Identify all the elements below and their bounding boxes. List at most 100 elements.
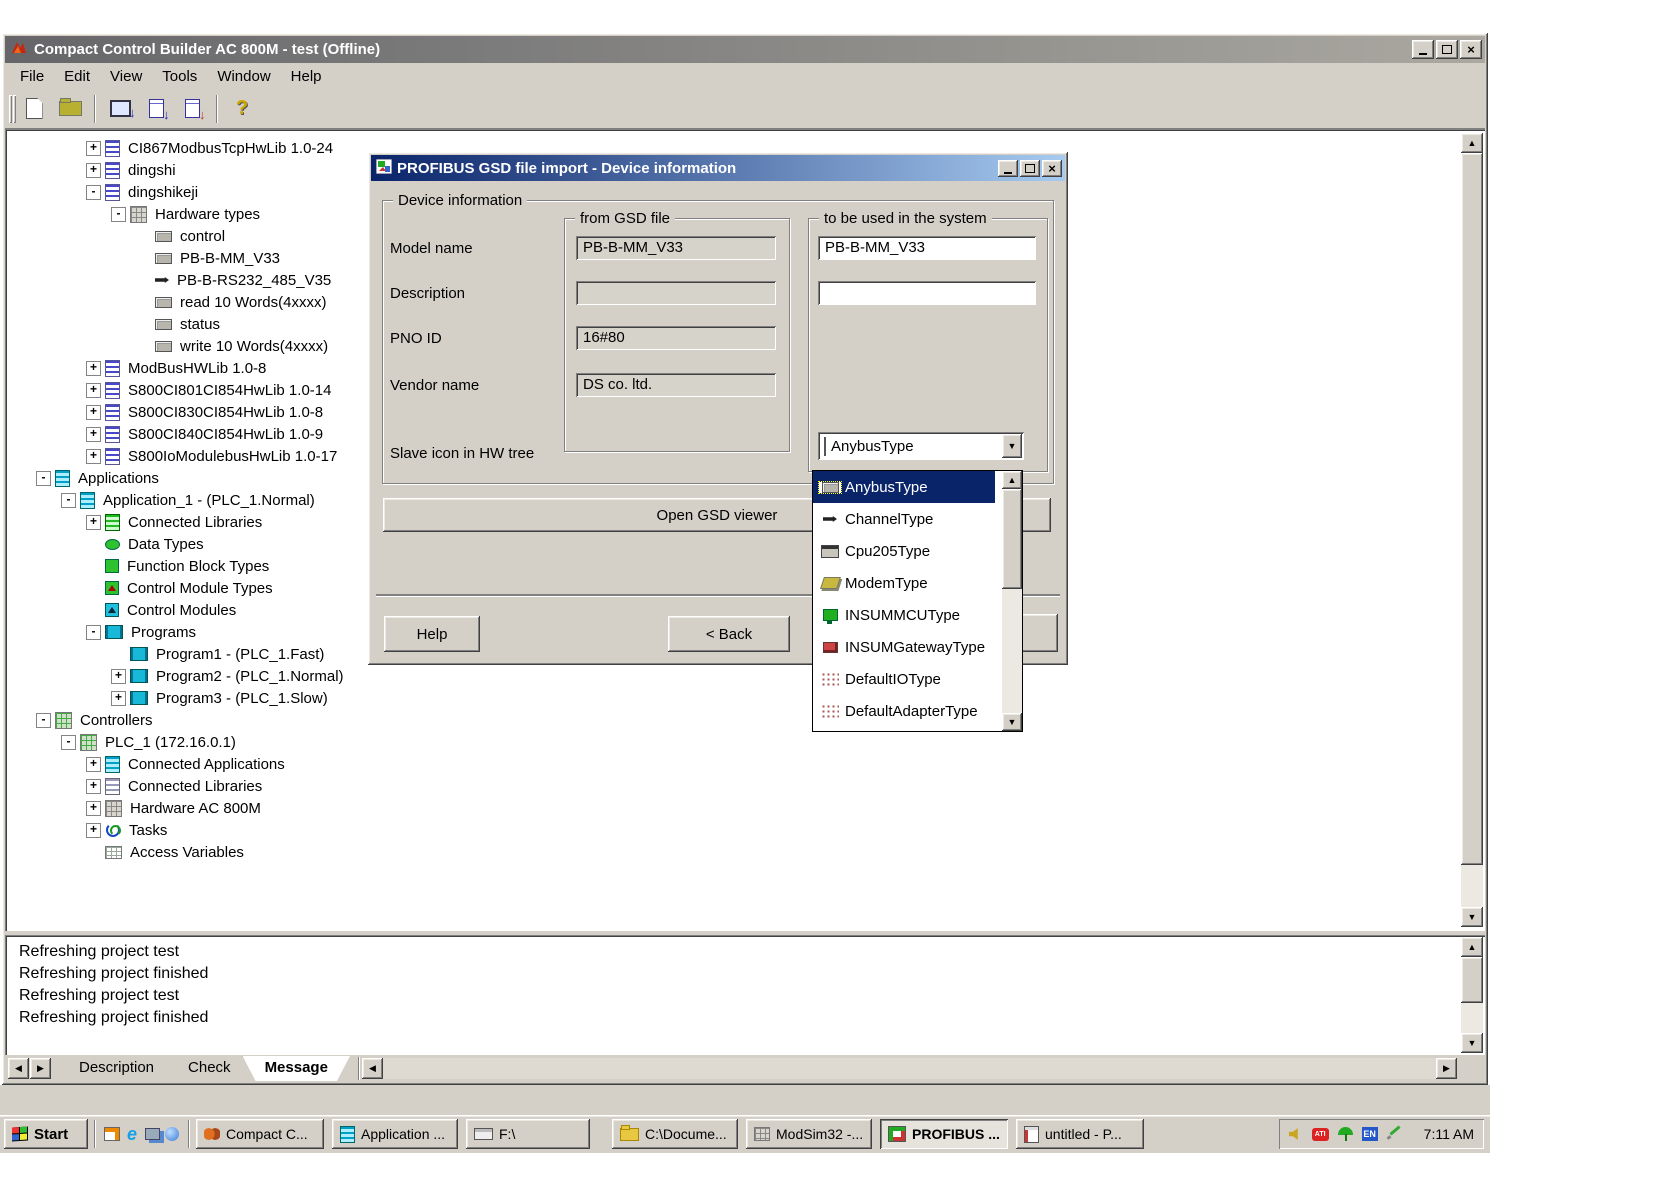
menu-view[interactable]: View xyxy=(101,66,151,87)
tab-message[interactable]: Message xyxy=(243,1056,350,1081)
scroll-up-button[interactable]: ▲ xyxy=(1461,937,1483,957)
tree-item-label[interactable]: Data Types xyxy=(125,536,207,553)
slave-icon-combobox[interactable]: AnybusType ▼ xyxy=(818,432,1024,460)
msn-globe-icon[interactable] xyxy=(162,1124,182,1144)
tree-item-label[interactable]: Connected Applications xyxy=(125,756,288,773)
restore-button[interactable] xyxy=(1436,40,1458,59)
tab-scroll-right-button[interactable]: ▶ xyxy=(30,1058,51,1079)
tree-item-label[interactable]: Program1 - (PLC_1.Fast) xyxy=(153,646,327,663)
tree-item-label[interactable]: PB-B-RS232_485_V35 xyxy=(174,272,334,289)
tree-item-label[interactable]: ModBusHWLib 1.0-8 xyxy=(125,360,269,377)
scroll-thumb[interactable] xyxy=(1002,489,1022,589)
internet-explorer-icon[interactable]: e xyxy=(122,1124,142,1144)
tree-item-label[interactable]: Hardware AC 800M xyxy=(127,800,264,817)
expand-toggle[interactable]: + xyxy=(86,383,101,398)
tree-item-label[interactable]: Access Variables xyxy=(127,844,247,861)
dropdown-item[interactable]: ChannelType xyxy=(813,503,995,535)
scroll-thumb[interactable] xyxy=(1461,957,1483,1003)
tree-item-label[interactable]: Control Modules xyxy=(124,602,239,619)
expand-toggle[interactable]: + xyxy=(86,515,101,530)
expand-toggle[interactable]: + xyxy=(86,405,101,420)
umbrella-icon[interactable] xyxy=(1338,1127,1353,1141)
tree-item-label[interactable]: S800IoModulebusHwLib 1.0-17 xyxy=(125,448,340,465)
tree-item-label[interactable]: Program3 - (PLC_1.Slow) xyxy=(153,690,331,707)
pen-icon[interactable] xyxy=(1387,1127,1401,1141)
taskbar-button-modsim[interactable]: ModSim32 -... xyxy=(746,1119,872,1149)
expand-toggle[interactable]: + xyxy=(86,361,101,376)
tree-item-label[interactable]: Connected Libraries xyxy=(125,778,265,795)
tree-item-label[interactable]: Hardware types xyxy=(152,206,263,223)
tree-item-label[interactable]: control xyxy=(177,228,228,245)
minimize-button[interactable] xyxy=(1412,40,1434,59)
expand-toggle[interactable]: + xyxy=(86,163,101,178)
expand-toggle[interactable]: + xyxy=(111,691,126,706)
dropdown-item[interactable]: INSUMMCUType xyxy=(813,599,995,631)
dialog-close-button[interactable]: × xyxy=(1042,160,1062,177)
tree-item-label[interactable]: dingshikeji xyxy=(125,184,201,201)
expand-toggle[interactable]: - xyxy=(36,713,51,728)
back-button[interactable]: < Back xyxy=(668,616,790,652)
tree-item-label[interactable]: Function Block Types xyxy=(124,558,272,575)
dialog-minimize-button[interactable] xyxy=(998,160,1018,177)
menu-file[interactable]: File xyxy=(11,66,53,87)
start-button[interactable]: Start xyxy=(4,1119,88,1149)
open-project-button[interactable] xyxy=(52,93,88,125)
taskbar-button-untitled[interactable]: untitled - P... xyxy=(1016,1119,1144,1149)
tree-item-label[interactable]: Program2 - (PLC_1.Normal) xyxy=(153,668,347,685)
taskbar-button-documents[interactable]: C:\Docume... xyxy=(612,1119,738,1149)
download-document-button[interactable]: ↓ xyxy=(138,93,174,125)
scroll-up-button[interactable]: ▲ xyxy=(1461,133,1483,153)
dropdown-item[interactable]: DefaultAdapterType xyxy=(813,695,995,727)
expand-toggle[interactable]: - xyxy=(86,625,101,640)
expand-toggle[interactable]: - xyxy=(61,735,76,750)
system-description-input[interactable] xyxy=(818,281,1036,305)
download-to-controller-button[interactable]: ↓ xyxy=(102,93,138,125)
dropdown-item[interactable]: DefaultIOType xyxy=(813,663,995,695)
expand-toggle[interactable]: - xyxy=(36,471,51,486)
expand-toggle[interactable]: - xyxy=(86,185,101,200)
combobox-dropdown-button[interactable]: ▼ xyxy=(1002,434,1022,458)
scroll-down-button[interactable]: ▼ xyxy=(1002,713,1022,731)
expand-toggle[interactable]: - xyxy=(111,207,126,222)
scroll-down-button[interactable]: ▼ xyxy=(1461,1033,1483,1053)
show-desktop-icon[interactable] xyxy=(102,1124,122,1144)
ati-icon[interactable]: ATI xyxy=(1312,1128,1329,1141)
tree-item-label[interactable]: status xyxy=(177,316,223,333)
tree-item-label[interactable]: Application_1 - (PLC_1.Normal) xyxy=(100,492,318,509)
expand-toggle[interactable]: + xyxy=(86,779,101,794)
expand-toggle[interactable]: + xyxy=(86,757,101,772)
tree-item-label[interactable]: Connected Libraries xyxy=(125,514,265,531)
tree-item-label[interactable]: Tasks xyxy=(126,822,170,839)
hscroll-track[interactable] xyxy=(383,1058,1436,1079)
expand-toggle[interactable]: + xyxy=(86,141,101,156)
volume-icon[interactable] xyxy=(1289,1128,1303,1141)
tree-item-label[interactable]: S800CI840CI854HwLib 1.0-9 xyxy=(125,426,326,443)
scroll-thumb[interactable] xyxy=(1461,153,1483,865)
tree-vertical-scrollbar[interactable]: ▲ ▼ xyxy=(1461,133,1483,927)
tree-item-label[interactable]: PLC_1 (172.16.0.1) xyxy=(102,734,239,751)
taskbar-button-application[interactable]: Application ... xyxy=(332,1119,458,1149)
tree-item-label[interactable]: Control Module Types xyxy=(124,580,276,597)
dropdown-item[interactable]: ModemType xyxy=(813,567,995,599)
expand-toggle[interactable]: + xyxy=(86,823,101,838)
tree-item-label[interactable]: write 10 Words(4xxxx) xyxy=(177,338,331,355)
toolbar-grip[interactable] xyxy=(9,95,12,123)
menu-edit[interactable]: Edit xyxy=(55,66,99,87)
expand-toggle[interactable]: + xyxy=(86,801,101,816)
expand-toggle[interactable]: + xyxy=(86,449,101,464)
close-button[interactable]: × xyxy=(1460,40,1482,59)
expand-toggle[interactable]: - xyxy=(61,493,76,508)
window-switcher-icon[interactable] xyxy=(142,1124,162,1144)
taskbar-button-compact[interactable]: Compact C... xyxy=(196,1119,324,1149)
dropdown-item[interactable]: AnybusType xyxy=(813,471,995,503)
scroll-down-button[interactable]: ▼ xyxy=(1461,907,1483,927)
system-model-input[interactable] xyxy=(818,236,1036,260)
language-indicator[interactable]: EN xyxy=(1362,1127,1378,1141)
tab-scroll-left-button[interactable]: ◀ xyxy=(8,1058,29,1079)
help-button[interactable]: ? xyxy=(224,93,260,125)
scroll-up-button[interactable]: ▲ xyxy=(1002,471,1022,489)
menu-help[interactable]: Help xyxy=(282,66,331,87)
tab-description[interactable]: Description xyxy=(57,1056,176,1081)
tree-item-label[interactable]: Programs xyxy=(128,624,199,641)
dropdown-scrollbar[interactable]: ▲ ▼ xyxy=(1002,471,1022,731)
